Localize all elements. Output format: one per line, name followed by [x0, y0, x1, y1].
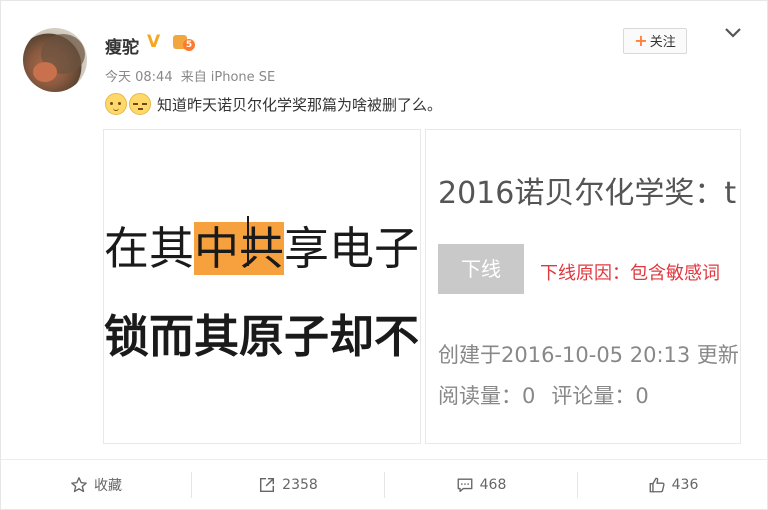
- favorite-button[interactable]: 收藏: [1, 460, 191, 510]
- article-title: 2016诺贝尔化学奖：t: [438, 176, 737, 211]
- post-text-body: 知道昨天诺贝尔化学奖那篇为啥被删了么。: [157, 95, 443, 114]
- cat-face-emoji-icon: [105, 93, 127, 115]
- chevron-down-icon[interactable]: [723, 23, 743, 43]
- weibo-post-card: 瘦驼 V 5 今天 08:44 来自 iPhone SE + 关注 知道昨天诺贝尔化…: [0, 0, 768, 510]
- post-image-2[interactable]: 2016诺贝尔化学奖：t 下线 下线原因：包含敏感词 创建于2016-10-05…: [425, 129, 741, 444]
- follow-button[interactable]: + 关注: [623, 28, 687, 54]
- sleepy-face-emoji-icon: [129, 93, 151, 115]
- verified-icon: V: [147, 32, 161, 52]
- follow-label: 关注: [649, 35, 676, 50]
- username[interactable]: 瘦驼: [105, 33, 139, 58]
- image-text-line-2: 锁而其原子却不: [104, 310, 420, 363]
- repost-count: 2358: [282, 477, 318, 493]
- post-time[interactable]: 今天 08:44: [105, 70, 173, 85]
- comment-stat: 评论量：0: [551, 384, 649, 408]
- thumbs-up-icon: [649, 477, 665, 493]
- star-icon: [71, 477, 87, 493]
- repost-button[interactable]: 2358: [192, 460, 384, 510]
- post-meta: 今天 08:44 来自 iPhone SE: [105, 66, 279, 85]
- action-bar: 收藏 2358 468 436: [1, 459, 768, 510]
- like-button[interactable]: 436: [578, 460, 768, 510]
- avatar[interactable]: [23, 28, 87, 92]
- text-cursor: [247, 216, 249, 266]
- avatar-snout: [33, 62, 57, 82]
- comment-count: 468: [479, 477, 507, 493]
- source-prefix: 来自: [180, 70, 207, 85]
- image-text-line-1: 在其中共享电子: [104, 222, 420, 275]
- post-image-1[interactable]: 在其中共享电子 锁而其原子却不: [103, 129, 421, 444]
- read-count: 阅读量：0: [438, 384, 536, 408]
- comment-icon: [457, 478, 473, 492]
- article-stats: 阅读量：0 评论量：0: [438, 380, 665, 410]
- level-badge-icon: 5: [173, 33, 195, 51]
- created-time: 创建于2016-10-05 20:13 更新: [438, 343, 739, 367]
- offline-button: 下线: [438, 244, 524, 294]
- favorite-label: 收藏: [94, 478, 122, 494]
- post-text: 知道昨天诺贝尔化学奖那篇为啥被删了么。: [105, 93, 442, 115]
- comment-button[interactable]: 468: [385, 460, 577, 510]
- plus-icon: +: [634, 31, 648, 50]
- post-source[interactable]: iPhone SE: [211, 70, 275, 85]
- like-count: 436: [671, 477, 699, 493]
- share-icon: [260, 477, 275, 493]
- offline-reason: 下线原因：包含敏感词: [540, 263, 720, 284]
